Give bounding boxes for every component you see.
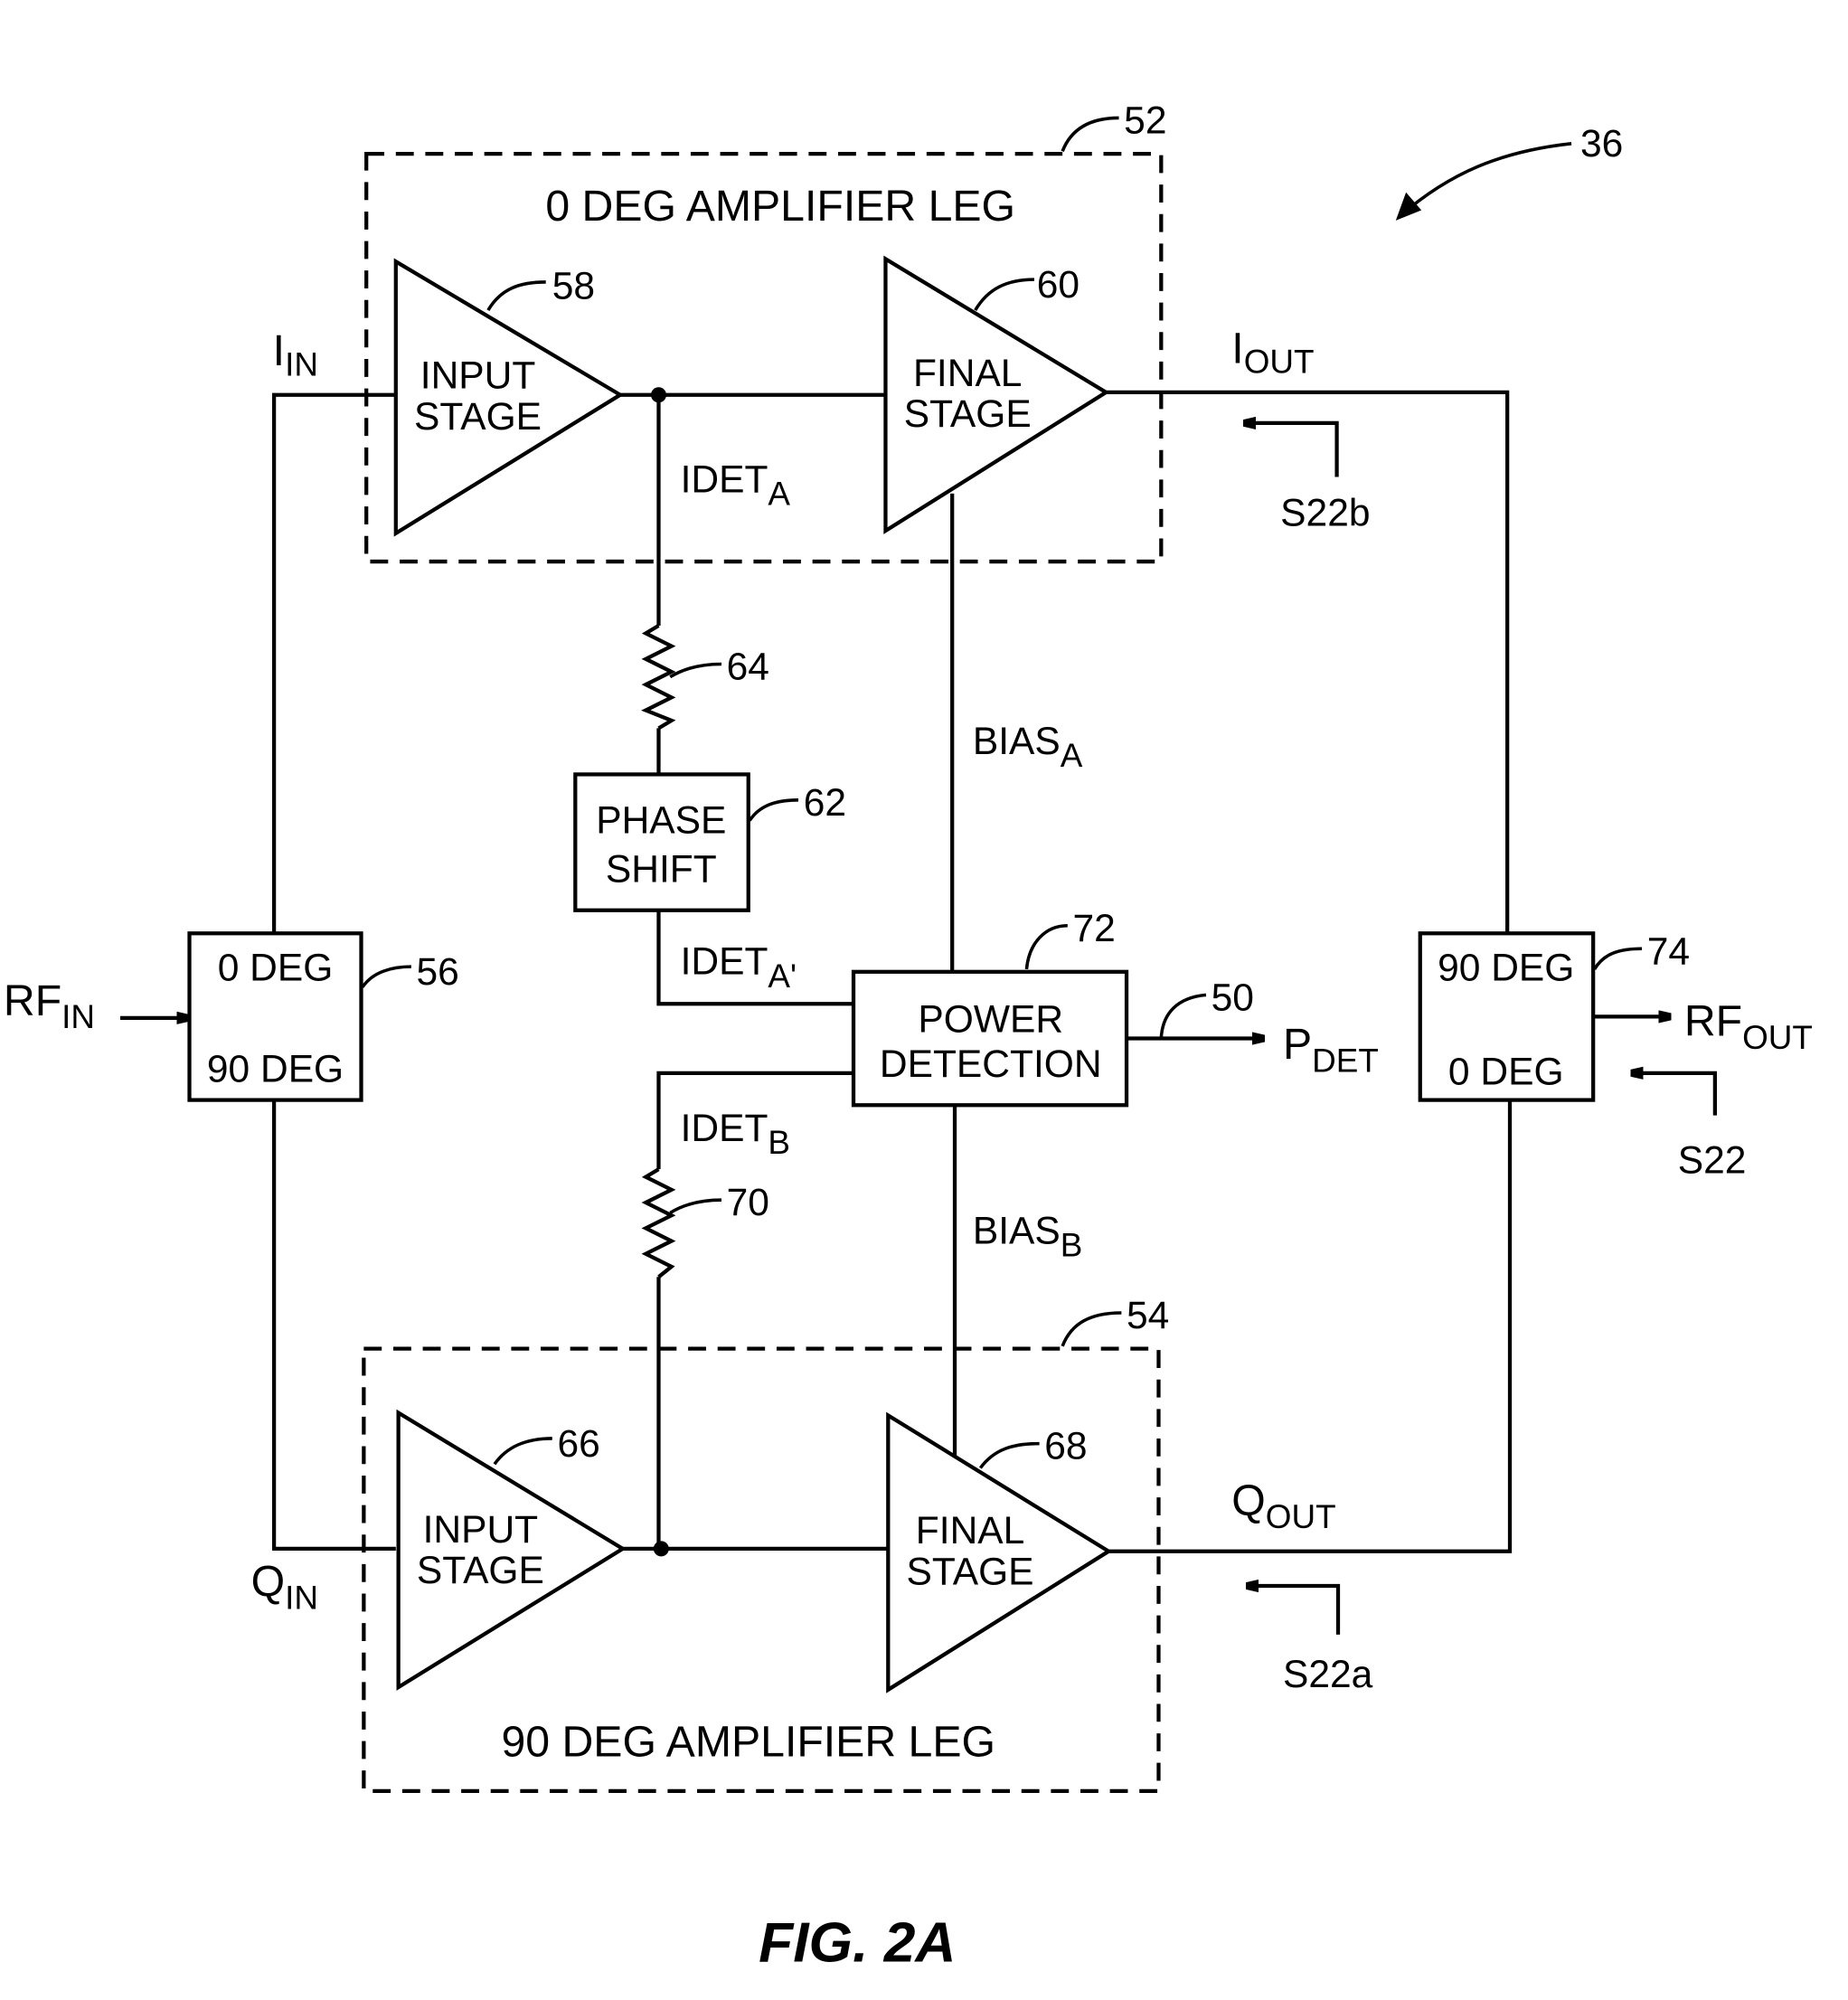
- leader-56: [361, 965, 411, 988]
- ref-62: 62: [804, 781, 846, 825]
- amp-label-line1: FINAL: [913, 352, 1023, 395]
- ref-64: 64: [727, 646, 769, 689]
- leader-58: [486, 280, 546, 312]
- hybrid-port-bottom: 90 DEG: [207, 1048, 344, 1091]
- ref-70: 70: [727, 1181, 769, 1224]
- p-det-label: PDET: [1283, 1020, 1379, 1079]
- resistor-70: 70: [641, 1167, 769, 1278]
- leader-60: [974, 278, 1034, 312]
- amplifier-66-input-stage-b: INPUT STAGE 66: [396, 1409, 627, 1691]
- idet-a-prime-label: IDETA': [681, 940, 797, 995]
- top-leg-label: 0 DEG AMPLIFIER LEG: [545, 182, 1015, 231]
- amp-label-line1: FINAL: [916, 1509, 1025, 1552]
- phase-shift-62: PHASE SHIFT 62: [573, 772, 846, 912]
- ref-58: 58: [552, 264, 595, 307]
- amp-label-line1: INPUT: [423, 1508, 539, 1552]
- amp-label-line2: STAGE: [904, 392, 1032, 436]
- idet-a-label: IDETA: [681, 458, 791, 512]
- amp-label-line1: INPUT: [420, 354, 536, 398]
- ref-52: 52: [1124, 99, 1166, 142]
- leader-68: [978, 1441, 1040, 1469]
- power-detection-line1: POWER: [918, 997, 1063, 1041]
- wire-q-in: [271, 1099, 396, 1552]
- resistor-64-zigzag: [641, 624, 676, 731]
- amplifier-68-final-stage-b: FINAL STAGE 68: [886, 1411, 1113, 1693]
- leader-54: [1061, 1311, 1122, 1347]
- phase-shift-line1: PHASE: [596, 799, 726, 843]
- resistor-70-zigzag: [641, 1167, 676, 1278]
- ref-74: 74: [1647, 929, 1690, 973]
- rf-out-label: RFOUT: [1684, 997, 1813, 1056]
- reference-number-36: 36: [1580, 122, 1623, 165]
- q-in-label: QIN: [251, 1557, 318, 1616]
- figure-caption: FIG. 2A: [759, 1911, 956, 1974]
- resistor-64: 64: [641, 624, 769, 731]
- bias-b-label: BIASB: [973, 1209, 1082, 1263]
- ref-54: 54: [1127, 1294, 1169, 1337]
- amplifier-60-final-stage-a: FINAL STAGE 60: [883, 255, 1110, 534]
- rf-in-label: RFIN: [4, 976, 95, 1035]
- phase-shift-line2: SHIFT: [606, 848, 717, 892]
- i-in-label: IIN: [273, 326, 318, 382]
- ref-68: 68: [1044, 1425, 1087, 1468]
- junction-dot-a: [650, 387, 666, 403]
- reference-arrow-head: [1395, 192, 1422, 221]
- amp-label-line2: STAGE: [417, 1549, 544, 1592]
- s22a-label: S22a: [1283, 1653, 1373, 1696]
- ref-60: 60: [1037, 263, 1080, 307]
- q-out-label: QOUT: [1231, 1476, 1335, 1535]
- hybrid-port-top: 90 DEG: [1438, 947, 1574, 990]
- power-detection-72: POWER DETECTION 72: [851, 907, 1129, 1108]
- ref-56: 56: [416, 950, 458, 994]
- s22b-label: S22b: [1280, 491, 1370, 534]
- leader-66: [493, 1437, 552, 1466]
- leader-50: [1159, 993, 1207, 1039]
- reference-arrow-line: [1400, 142, 1572, 217]
- ref-72: 72: [1072, 907, 1115, 950]
- input-hybrid-56: 0 DEG 90 DEG 56: [187, 931, 459, 1102]
- figure-reference-36: 36: [1395, 122, 1623, 221]
- leader-52: [1061, 116, 1119, 152]
- bias-a-label: BIASA: [973, 720, 1083, 774]
- s22-arrow: [1632, 1073, 1718, 1116]
- leader-62: [748, 798, 799, 822]
- hybrid-port-top: 0 DEG: [218, 947, 334, 990]
- ref-66: 66: [557, 1422, 599, 1466]
- bottom-leg-label: 90 DEG AMPLIFIER LEG: [501, 1718, 995, 1767]
- junction-dot-b: [653, 1541, 669, 1557]
- idet-b-label: IDETB: [681, 1107, 790, 1161]
- leader-74: [1593, 947, 1643, 970]
- hybrid-port-bottom: 0 DEG: [1448, 1051, 1564, 1094]
- power-detection-line2: DETECTION: [880, 1042, 1102, 1086]
- amplifier-58-input-stage-a: INPUT STAGE 58: [393, 258, 625, 537]
- amp-label-line2: STAGE: [907, 1551, 1034, 1594]
- wire-i-out: [1106, 390, 1510, 934]
- leader-72: [1024, 923, 1068, 970]
- s22a-arrow: [1247, 1586, 1341, 1635]
- s22b-arrow: [1244, 423, 1339, 477]
- wire-i-in: [271, 392, 396, 934]
- ref-50: 50: [1212, 976, 1254, 1019]
- schematic-diagram: 36 0 DEG AMPLIFIER LEG 52 90 DEG AMPLIFI…: [4, 99, 1813, 1974]
- amp-label-line2: STAGE: [414, 395, 542, 439]
- leader-64: [669, 662, 721, 679]
- leader-70: [669, 1198, 721, 1214]
- i-out-label: IOUT: [1231, 324, 1314, 380]
- s22-label: S22: [1678, 1138, 1747, 1182]
